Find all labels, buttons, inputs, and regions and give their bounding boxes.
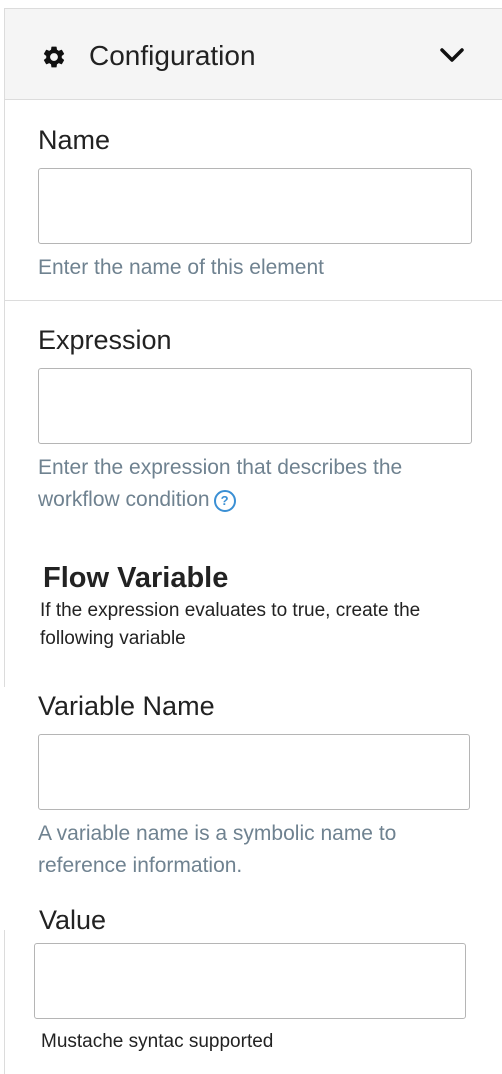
name-help-text: Enter the name of this element [38,256,324,279]
value-note: Mustache syntac supported [41,1031,274,1052]
flow-variable-title: Flow Variable [43,562,229,594]
question-circle-icon[interactable]: ? [213,490,236,512]
expression-help: Enter the expression that describes the … [38,452,478,516]
value-label: Value [39,905,107,935]
name-label: Name [38,125,111,155]
gear-icon [43,46,65,68]
flow-variable-description: If the expression evaluates to true, cre… [40,600,421,649]
configuration-header[interactable]: Configuration [5,9,502,100]
chevron-down-icon[interactable] [438,45,466,65]
header-title: Configuration [89,40,256,71]
variable-name-help-text: A variable name is a symbolic name to re… [38,822,397,877]
value-input[interactable] [34,943,466,1019]
section-divider [5,300,502,301]
panel-left-border [4,9,5,687]
name-input[interactable] [38,168,472,244]
variable-name-label: Variable Name [38,691,215,721]
panel-left-border-lower [4,930,5,1074]
variable-name-input[interactable] [38,734,470,810]
expression-input[interactable] [38,368,472,444]
expression-label: Expression [38,325,172,355]
